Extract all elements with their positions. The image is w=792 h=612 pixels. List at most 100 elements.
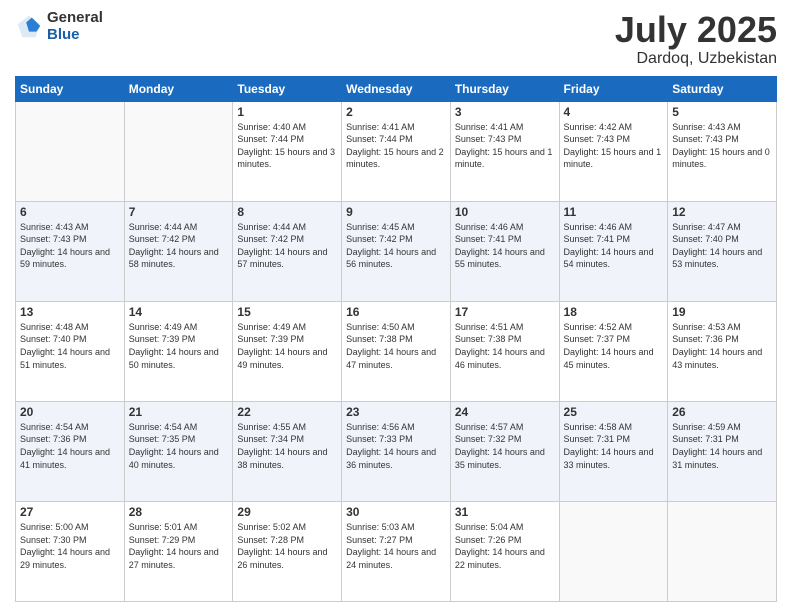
day-number: 16 (346, 305, 446, 319)
day-number: 12 (672, 205, 772, 219)
day-number: 31 (455, 505, 555, 519)
day-number: 19 (672, 305, 772, 319)
header: General Blue July 2025 Dardoq, Uzbekista… (15, 10, 777, 68)
calendar-cell: 3 Sunrise: 4:41 AMSunset: 7:43 PMDayligh… (450, 101, 559, 201)
day-info: Sunrise: 4:46 AMSunset: 7:41 PMDaylight:… (564, 222, 654, 270)
day-info: Sunrise: 4:44 AMSunset: 7:42 PMDaylight:… (237, 222, 327, 270)
calendar-cell: 16 Sunrise: 4:50 AMSunset: 7:38 PMDaylig… (342, 301, 451, 401)
calendar-cell: 21 Sunrise: 4:54 AMSunset: 7:35 PMDaylig… (124, 401, 233, 501)
day-number: 24 (455, 405, 555, 419)
calendar-cell: 25 Sunrise: 4:58 AMSunset: 7:31 PMDaylig… (559, 401, 668, 501)
calendar-cell: 22 Sunrise: 4:55 AMSunset: 7:34 PMDaylig… (233, 401, 342, 501)
day-info: Sunrise: 4:50 AMSunset: 7:38 PMDaylight:… (346, 322, 436, 370)
day-info: Sunrise: 4:49 AMSunset: 7:39 PMDaylight:… (129, 322, 219, 370)
col-friday: Friday (559, 76, 668, 101)
calendar-cell (16, 101, 125, 201)
week-row: 20 Sunrise: 4:54 AMSunset: 7:36 PMDaylig… (16, 401, 777, 501)
week-row: 1 Sunrise: 4:40 AMSunset: 7:44 PMDayligh… (16, 101, 777, 201)
col-wednesday: Wednesday (342, 76, 451, 101)
calendar-cell: 31 Sunrise: 5:04 AMSunset: 7:26 PMDaylig… (450, 501, 559, 601)
day-info: Sunrise: 4:43 AMSunset: 7:43 PMDaylight:… (20, 222, 110, 270)
day-number: 25 (564, 405, 664, 419)
day-number: 27 (20, 505, 120, 519)
calendar-table: Sunday Monday Tuesday Wednesday Thursday… (15, 76, 777, 602)
calendar-cell: 1 Sunrise: 4:40 AMSunset: 7:44 PMDayligh… (233, 101, 342, 201)
day-number: 20 (20, 405, 120, 419)
calendar-cell: 24 Sunrise: 4:57 AMSunset: 7:32 PMDaylig… (450, 401, 559, 501)
day-number: 21 (129, 405, 229, 419)
day-info: Sunrise: 5:01 AMSunset: 7:29 PMDaylight:… (129, 522, 219, 570)
calendar-cell: 28 Sunrise: 5:01 AMSunset: 7:29 PMDaylig… (124, 501, 233, 601)
month-title: July 2025 (615, 10, 777, 50)
col-tuesday: Tuesday (233, 76, 342, 101)
calendar-cell: 9 Sunrise: 4:45 AMSunset: 7:42 PMDayligh… (342, 201, 451, 301)
day-number: 3 (455, 105, 555, 119)
calendar-cell: 27 Sunrise: 5:00 AMSunset: 7:30 PMDaylig… (16, 501, 125, 601)
calendar-cell: 8 Sunrise: 4:44 AMSunset: 7:42 PMDayligh… (233, 201, 342, 301)
logo-blue: Blue (47, 27, 103, 44)
calendar-cell (124, 101, 233, 201)
day-info: Sunrise: 4:57 AMSunset: 7:32 PMDaylight:… (455, 422, 545, 470)
day-info: Sunrise: 4:46 AMSunset: 7:41 PMDaylight:… (455, 222, 545, 270)
day-info: Sunrise: 4:40 AMSunset: 7:44 PMDaylight:… (237, 122, 335, 170)
calendar-cell: 29 Sunrise: 5:02 AMSunset: 7:28 PMDaylig… (233, 501, 342, 601)
day-number: 1 (237, 105, 337, 119)
calendar-cell: 6 Sunrise: 4:43 AMSunset: 7:43 PMDayligh… (16, 201, 125, 301)
day-info: Sunrise: 5:04 AMSunset: 7:26 PMDaylight:… (455, 522, 545, 570)
calendar-cell: 15 Sunrise: 4:49 AMSunset: 7:39 PMDaylig… (233, 301, 342, 401)
col-thursday: Thursday (450, 76, 559, 101)
week-row: 27 Sunrise: 5:00 AMSunset: 7:30 PMDaylig… (16, 501, 777, 601)
calendar-cell: 2 Sunrise: 4:41 AMSunset: 7:44 PMDayligh… (342, 101, 451, 201)
day-info: Sunrise: 4:41 AMSunset: 7:43 PMDaylight:… (455, 122, 553, 170)
location-title: Dardoq, Uzbekistan (615, 50, 777, 68)
day-number: 23 (346, 405, 446, 419)
day-info: Sunrise: 4:55 AMSunset: 7:34 PMDaylight:… (237, 422, 327, 470)
day-info: Sunrise: 4:51 AMSunset: 7:38 PMDaylight:… (455, 322, 545, 370)
logo-general: General (47, 10, 103, 27)
logo-text: General Blue (47, 10, 103, 43)
day-number: 30 (346, 505, 446, 519)
week-row: 13 Sunrise: 4:48 AMSunset: 7:40 PMDaylig… (16, 301, 777, 401)
calendar-cell: 7 Sunrise: 4:44 AMSunset: 7:42 PMDayligh… (124, 201, 233, 301)
calendar-cell: 23 Sunrise: 4:56 AMSunset: 7:33 PMDaylig… (342, 401, 451, 501)
calendar-cell: 12 Sunrise: 4:47 AMSunset: 7:40 PMDaylig… (668, 201, 777, 301)
calendar-cell: 4 Sunrise: 4:42 AMSunset: 7:43 PMDayligh… (559, 101, 668, 201)
day-number: 13 (20, 305, 120, 319)
calendar-cell: 14 Sunrise: 4:49 AMSunset: 7:39 PMDaylig… (124, 301, 233, 401)
day-number: 29 (237, 505, 337, 519)
day-info: Sunrise: 4:53 AMSunset: 7:36 PMDaylight:… (672, 322, 762, 370)
day-number: 6 (20, 205, 120, 219)
calendar-cell: 10 Sunrise: 4:46 AMSunset: 7:41 PMDaylig… (450, 201, 559, 301)
day-info: Sunrise: 5:02 AMSunset: 7:28 PMDaylight:… (237, 522, 327, 570)
col-saturday: Saturday (668, 76, 777, 101)
day-info: Sunrise: 4:44 AMSunset: 7:42 PMDaylight:… (129, 222, 219, 270)
calendar-cell: 20 Sunrise: 4:54 AMSunset: 7:36 PMDaylig… (16, 401, 125, 501)
day-number: 7 (129, 205, 229, 219)
calendar-cell: 18 Sunrise: 4:52 AMSunset: 7:37 PMDaylig… (559, 301, 668, 401)
day-info: Sunrise: 4:43 AMSunset: 7:43 PMDaylight:… (672, 122, 770, 170)
title-block: July 2025 Dardoq, Uzbekistan (615, 10, 777, 68)
calendar-cell: 11 Sunrise: 4:46 AMSunset: 7:41 PMDaylig… (559, 201, 668, 301)
day-number: 4 (564, 105, 664, 119)
day-info: Sunrise: 4:47 AMSunset: 7:40 PMDaylight:… (672, 222, 762, 270)
day-number: 5 (672, 105, 772, 119)
day-info: Sunrise: 4:56 AMSunset: 7:33 PMDaylight:… (346, 422, 436, 470)
logo: General Blue (15, 10, 103, 43)
day-info: Sunrise: 4:49 AMSunset: 7:39 PMDaylight:… (237, 322, 327, 370)
week-row: 6 Sunrise: 4:43 AMSunset: 7:43 PMDayligh… (16, 201, 777, 301)
page: General Blue July 2025 Dardoq, Uzbekista… (0, 0, 792, 612)
day-number: 2 (346, 105, 446, 119)
day-info: Sunrise: 4:45 AMSunset: 7:42 PMDaylight:… (346, 222, 436, 270)
day-info: Sunrise: 4:42 AMSunset: 7:43 PMDaylight:… (564, 122, 662, 170)
col-sunday: Sunday (16, 76, 125, 101)
header-row: Sunday Monday Tuesday Wednesday Thursday… (16, 76, 777, 101)
day-info: Sunrise: 4:59 AMSunset: 7:31 PMDaylight:… (672, 422, 762, 470)
day-info: Sunrise: 4:54 AMSunset: 7:35 PMDaylight:… (129, 422, 219, 470)
calendar-cell (668, 501, 777, 601)
col-monday: Monday (124, 76, 233, 101)
calendar-cell: 5 Sunrise: 4:43 AMSunset: 7:43 PMDayligh… (668, 101, 777, 201)
day-number: 14 (129, 305, 229, 319)
day-number: 9 (346, 205, 446, 219)
logo-icon (15, 13, 43, 41)
calendar-cell: 19 Sunrise: 4:53 AMSunset: 7:36 PMDaylig… (668, 301, 777, 401)
